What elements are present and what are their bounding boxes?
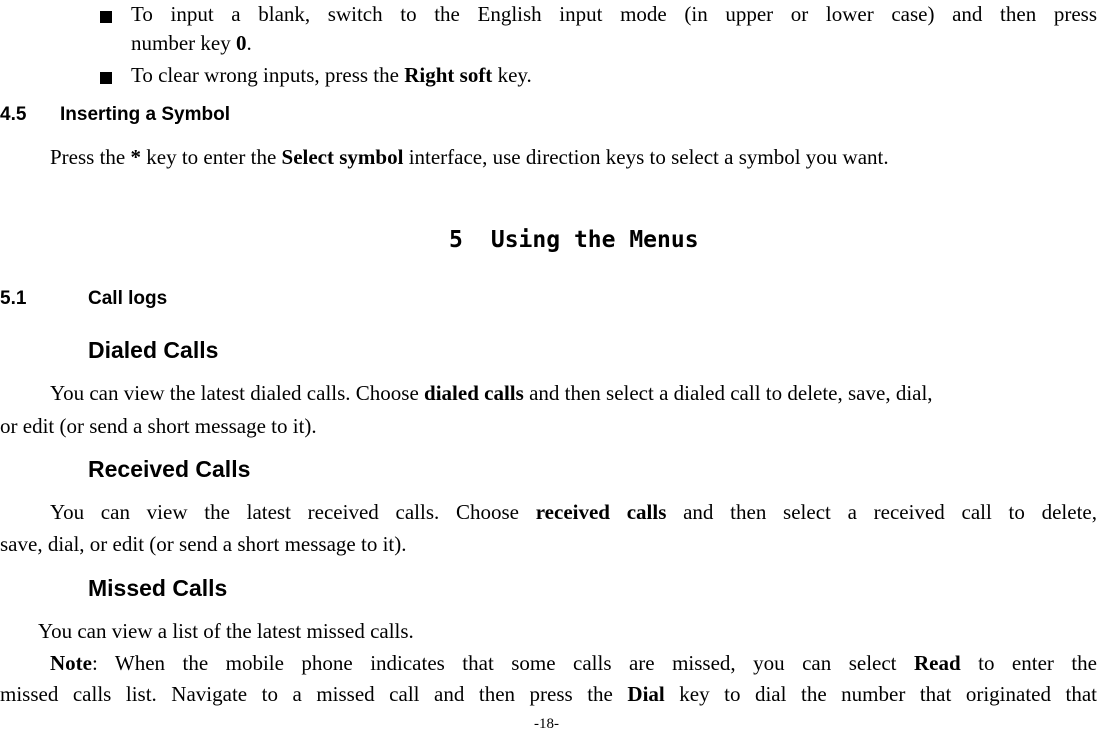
- page-number: -18-: [534, 716, 559, 732]
- text: and then select a received call to delet…: [666, 500, 1097, 524]
- dialed-line-2: or edit (or send a short message to it).: [0, 414, 317, 438]
- received-calls-term: received calls: [535, 500, 667, 524]
- text: To clear wrong inputs, press the: [131, 63, 405, 87]
- key-zero: 0: [235, 31, 247, 55]
- right-soft-key: Right soft: [404, 63, 493, 87]
- text: key.: [492, 63, 532, 87]
- section-number: 4.5: [0, 104, 27, 125]
- section-number: 5.1: [0, 288, 27, 309]
- note-line-2: missed calls list. Navigate to a missed …: [0, 682, 1097, 707]
- section-4-5-paragraph: Press the * key to enter the Select symb…: [50, 145, 889, 170]
- dialed-calls-term: dialed calls: [424, 381, 524, 405]
- select-symbol: Select symbol: [281, 145, 404, 169]
- bullet-square-icon: [100, 11, 112, 23]
- text: and then select a dialed call to delete,…: [523, 381, 933, 405]
- section-heading-5-1: 5.1 Call logs: [0, 288, 167, 310]
- section-title: Inserting a Symbol: [60, 104, 230, 125]
- bullet-square-icon: [100, 72, 112, 84]
- received-line-2: save, dial, or edit (or send a short mes…: [0, 532, 407, 556]
- text: You can view the latest dialed calls. Ch…: [50, 381, 425, 405]
- text: Press the: [50, 145, 131, 169]
- bullet-1-line-1: To input a blank, switch to the English …: [131, 2, 1097, 27]
- subheading-dialed-calls: Dialed Calls: [88, 337, 219, 363]
- chapter-number: 5: [449, 227, 463, 253]
- text: missed calls list. Navigate to a missed …: [0, 682, 628, 706]
- note-line-1: Note: When the mobile phone indicates th…: [50, 651, 1097, 676]
- missed-line-1: You can view a list of the latest missed…: [38, 619, 414, 643]
- text: You can view the latest received calls. …: [50, 500, 536, 524]
- text: key to enter the: [141, 145, 282, 169]
- note-label: Note: [50, 651, 92, 675]
- section-title: Call logs: [88, 288, 168, 309]
- dialed-line-1: You can view the latest dialed calls. Ch…: [50, 381, 933, 406]
- subheading-received-calls: Received Calls: [88, 456, 251, 482]
- dial-key-term: Dial: [627, 682, 665, 706]
- chapter-heading: 5 Using the Menus: [449, 227, 699, 253]
- section-heading-4-5: 4.5 Inserting a Symbol: [0, 104, 230, 126]
- text: to enter the: [960, 651, 1098, 675]
- received-line-1: You can view the latest received calls. …: [50, 500, 1097, 525]
- subheading-missed-calls: Missed Calls: [88, 575, 228, 601]
- text: .: [246, 31, 252, 55]
- bullet-1-line-2: number key 0.: [131, 31, 252, 56]
- text: : When the mobile phone indicates that s…: [91, 651, 914, 675]
- text: To input a blank, switch to the English …: [131, 2, 1097, 26]
- star-key: *: [130, 145, 142, 169]
- read-term: Read: [913, 651, 961, 675]
- text: key to dial the number that originated t…: [664, 682, 1097, 706]
- chapter-title: Using the Menus: [490, 227, 699, 253]
- text: number key: [131, 31, 236, 55]
- text: interface, use direction keys to select …: [403, 145, 889, 169]
- bullet-2: To clear wrong inputs, press the Right s…: [131, 63, 532, 88]
